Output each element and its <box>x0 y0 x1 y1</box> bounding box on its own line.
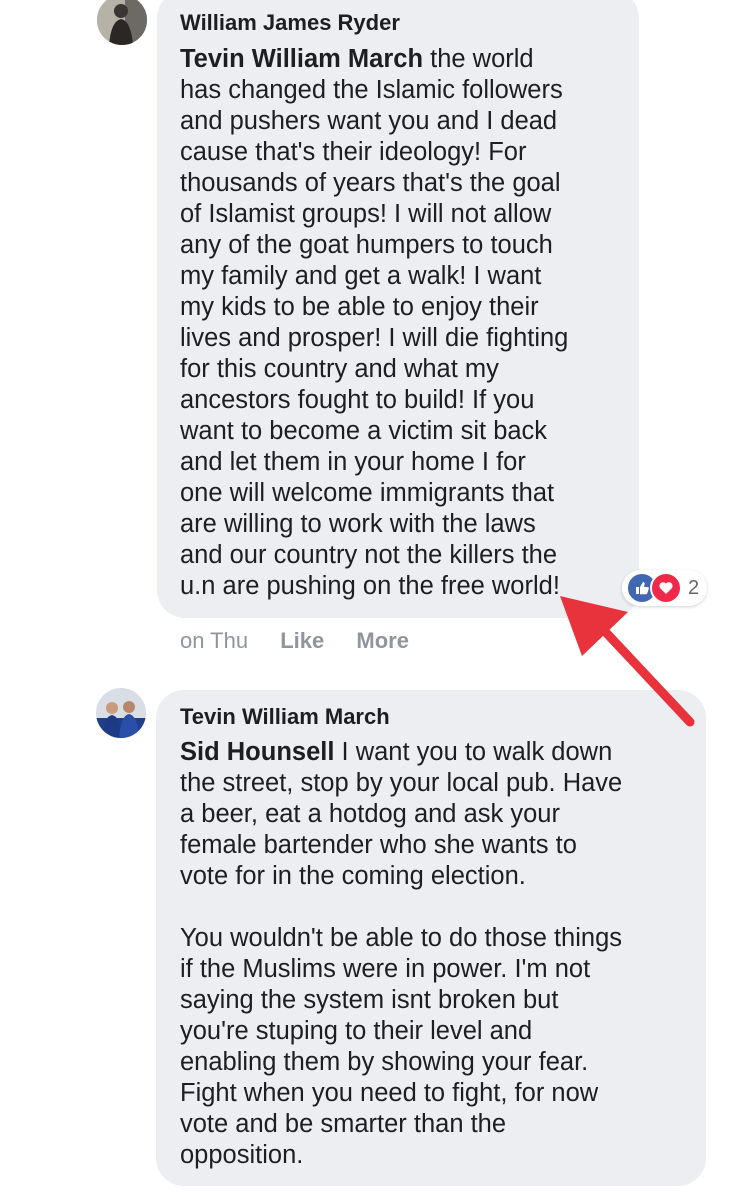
avatar-image <box>97 0 147 45</box>
more-button[interactable]: More <box>356 628 409 653</box>
comment-text: Tevin William March the world has change… <box>180 44 568 602</box>
avatar-image <box>96 688 146 738</box>
reactions-pill[interactable]: 2 <box>622 570 708 606</box>
avatar-tevin-william-march[interactable] <box>96 688 146 738</box>
timestamp[interactable]: on Thu <box>180 628 248 653</box>
love-icon <box>650 572 682 604</box>
reaction-count: 2 <box>688 576 700 599</box>
comment-body: the world has changed the Islamic follow… <box>180 45 569 600</box>
avatar-william-james-ryder[interactable] <box>97 0 147 45</box>
comment-body: I want you to walk down the street, stop… <box>180 738 623 1169</box>
comment-author[interactable]: Tevin William March <box>180 704 390 730</box>
like-button[interactable]: Like <box>280 628 324 653</box>
mention-link[interactable]: Sid Hounsell <box>180 738 334 766</box>
comment-author[interactable]: William James Ryder <box>180 10 400 36</box>
comment-text: Sid Hounsell I want you to walk down the… <box>180 737 622 1171</box>
comment-meta: on Thu Like More <box>180 628 409 654</box>
mention-link[interactable]: Tevin William March <box>180 45 423 73</box>
